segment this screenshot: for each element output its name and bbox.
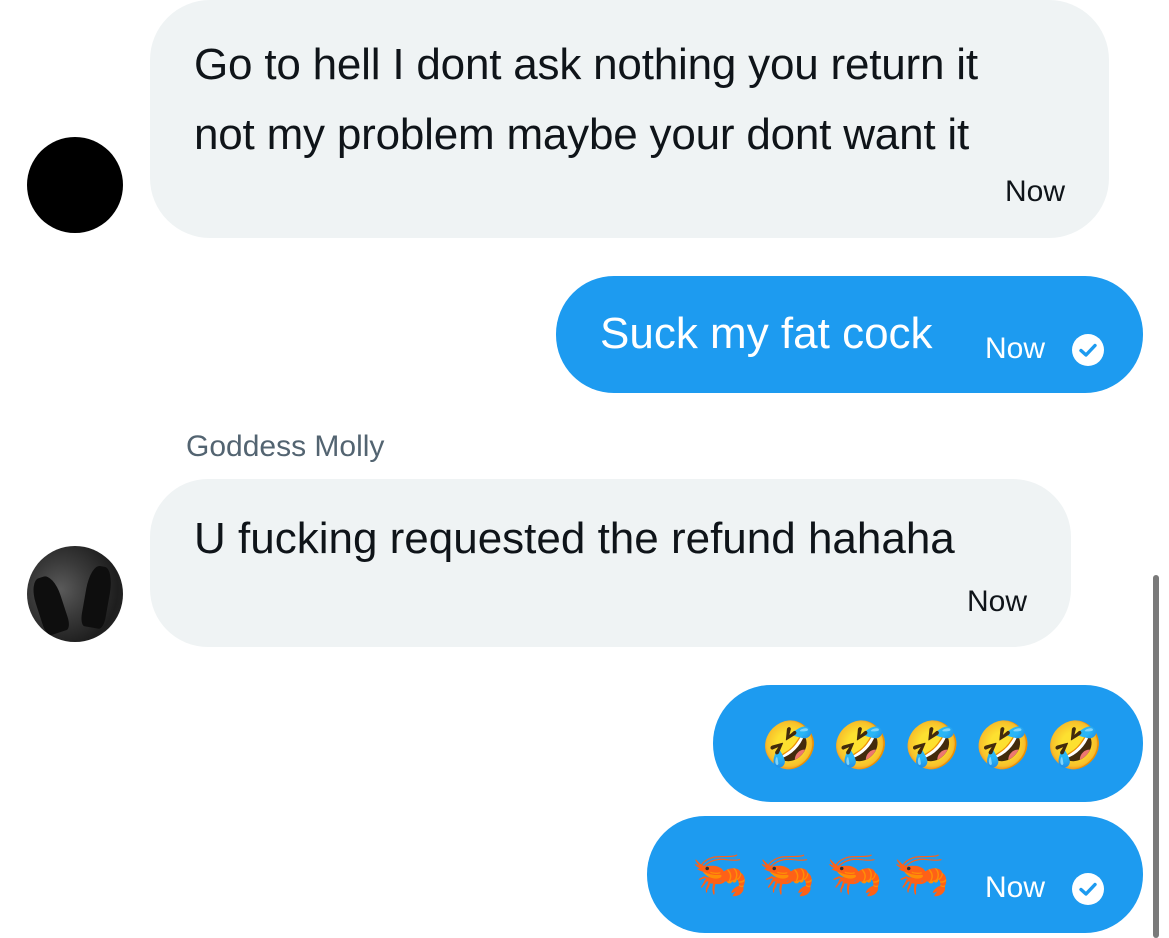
scrollbar[interactable] (1153, 575, 1159, 938)
emoji-rofl-icon: 🤣🤣🤣🤣🤣 (761, 719, 1118, 771)
message-timestamp: Now (1004, 175, 1065, 208)
emoji-shrimp-icon: 🦐🦐🦐🦐 (691, 848, 961, 900)
message-bubble-incoming[interactable]: Go to hell I dont ask nothing you return… (150, 0, 1109, 238)
message-bubble-outgoing[interactable]: 🤣🤣🤣🤣🤣 (713, 685, 1143, 802)
message-bubble-outgoing[interactable]: Suck my fat cock (556, 276, 1143, 393)
avatar-image-detail (79, 564, 115, 630)
message-text: Go to hell I dont ask nothing you return… (194, 30, 1065, 170)
avatar-sender-1[interactable] (27, 137, 123, 233)
check-circle-icon (1072, 873, 1104, 905)
message-timestamp: Now (966, 585, 1027, 618)
sender-name: Goddess Molly (186, 430, 385, 463)
message-text: Suck my fat cock (600, 309, 933, 358)
message-text-line: not my problem maybe your dont want it (194, 110, 969, 159)
message-text-line: Go to hell I dont ask nothing you return… (194, 40, 978, 89)
message-timestamp: Now (985, 332, 1046, 365)
check-circle-icon (1072, 334, 1104, 366)
avatar-image-detail (28, 573, 72, 637)
message-bubble-outgoing[interactable]: 🦐🦐🦐🦐 (647, 816, 1143, 933)
message-timestamp: Now (985, 871, 1046, 904)
avatar-goddess-molly[interactable] (27, 546, 123, 642)
message-bubble-incoming[interactable]: U fucking requested the refund hahaha No… (150, 479, 1071, 647)
message-text: U fucking requested the refund hahaha (194, 514, 955, 563)
